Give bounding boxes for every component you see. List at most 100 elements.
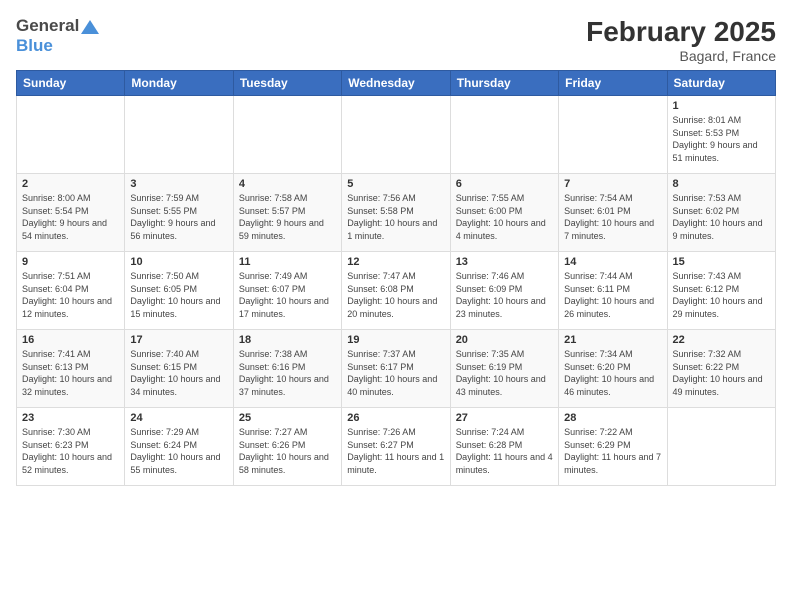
day-info: Sunrise: 7:24 AM Sunset: 6:28 PM Dayligh… (456, 426, 553, 476)
day-info: Sunrise: 7:49 AM Sunset: 6:07 PM Dayligh… (239, 270, 336, 320)
day-info: Sunrise: 7:44 AM Sunset: 6:11 PM Dayligh… (564, 270, 661, 320)
day-number: 20 (456, 334, 553, 346)
day-number: 18 (239, 334, 336, 346)
week-row-5: 23 Sunrise: 7:30 AM Sunset: 6:23 PM Dayli… (17, 408, 776, 486)
day-info: Sunrise: 7:53 AM Sunset: 6:02 PM Dayligh… (673, 192, 770, 242)
calendar-cell: 11 Sunrise: 7:49 AM Sunset: 6:07 PM Dayli… (233, 252, 341, 330)
day-number: 12 (347, 256, 444, 268)
calendar-cell (450, 96, 558, 174)
day-info: Sunrise: 8:01 AM Sunset: 5:53 PM Dayligh… (673, 114, 770, 164)
header: General Blue February 2025 Bagard, Franc… (16, 16, 776, 64)
day-number: 11 (239, 256, 336, 268)
calendar-cell (233, 96, 341, 174)
week-row-4: 16 Sunrise: 7:41 AM Sunset: 6:13 PM Dayli… (17, 330, 776, 408)
col-header-monday: Monday (125, 71, 233, 96)
day-info: Sunrise: 7:37 AM Sunset: 6:17 PM Dayligh… (347, 348, 444, 398)
calendar-cell (667, 408, 775, 486)
calendar-cell: 19 Sunrise: 7:37 AM Sunset: 6:17 PM Dayli… (342, 330, 450, 408)
day-info: Sunrise: 7:50 AM Sunset: 6:05 PM Dayligh… (130, 270, 227, 320)
day-number: 14 (564, 256, 661, 268)
calendar-cell: 10Sunrise: 7:50 AM Sunset: 6:05 PM Dayli… (125, 252, 233, 330)
calendar-cell: 3Sunrise: 7:59 AM Sunset: 5:55 PM Daylig… (125, 174, 233, 252)
day-info: Sunrise: 7:26 AM Sunset: 6:27 PM Dayligh… (347, 426, 444, 476)
calendar-cell: 9 Sunrise: 7:51 AM Sunset: 6:04 PM Daylig… (17, 252, 125, 330)
title-block: February 2025 Bagard, France (586, 16, 776, 64)
calendar-cell: 24 Sunrise: 7:29 AM Sunset: 6:24 PM Dayli… (125, 408, 233, 486)
day-number: 19 (347, 334, 444, 346)
day-number: 23 (22, 412, 119, 424)
week-row-3: 9 Sunrise: 7:51 AM Sunset: 6:04 PM Daylig… (17, 252, 776, 330)
day-number: 1 (673, 100, 770, 112)
day-number: 28 (564, 412, 661, 424)
calendar-cell: 14 Sunrise: 7:44 AM Sunset: 6:11 PM Dayli… (559, 252, 667, 330)
logo: General Blue (16, 16, 99, 57)
calendar-cell (559, 96, 667, 174)
calendar-cell: 18 Sunrise: 7:38 AM Sunset: 6:16 PM Dayli… (233, 330, 341, 408)
col-header-sunday: Sunday (17, 71, 125, 96)
week-row-2: 2 Sunrise: 8:00 AM Sunset: 5:54 PM Daylig… (17, 174, 776, 252)
calendar-cell: 20 Sunrise: 7:35 AM Sunset: 6:19 PM Dayli… (450, 330, 558, 408)
week-row-1: 1 Sunrise: 8:01 AM Sunset: 5:53 PM Daylig… (17, 96, 776, 174)
day-number: 3 (130, 178, 227, 190)
day-info: Sunrise: 7:41 AM Sunset: 6:13 PM Dayligh… (22, 348, 119, 398)
day-info: Sunrise: 7:51 AM Sunset: 6:04 PM Dayligh… (22, 270, 119, 320)
day-info: Sunrise: 7:22 AM Sunset: 6:29 PM Dayligh… (564, 426, 661, 476)
calendar-cell (17, 96, 125, 174)
day-info: Sunrise: 7:58 AM Sunset: 5:57 PM Dayligh… (239, 192, 336, 242)
day-info: Sunrise: 7:46 AM Sunset: 6:09 PM Dayligh… (456, 270, 553, 320)
calendar-cell: 1 Sunrise: 8:01 AM Sunset: 5:53 PM Daylig… (667, 96, 775, 174)
subtitle: Bagard, France (586, 48, 776, 64)
calendar-cell: 7 Sunrise: 7:54 AM Sunset: 6:01 PM Daylig… (559, 174, 667, 252)
calendar-cell: 25 Sunrise: 7:27 AM Sunset: 6:26 PM Dayli… (233, 408, 341, 486)
day-number: 9 (22, 256, 119, 268)
calendar-cell: 16 Sunrise: 7:41 AM Sunset: 6:13 PM Dayli… (17, 330, 125, 408)
day-info: Sunrise: 7:30 AM Sunset: 6:23 PM Dayligh… (22, 426, 119, 476)
calendar-cell: 17 Sunrise: 7:40 AM Sunset: 6:15 PM Dayli… (125, 330, 233, 408)
day-number: 13 (456, 256, 553, 268)
day-number: 22 (673, 334, 770, 346)
day-info: Sunrise: 7:47 AM Sunset: 6:08 PM Dayligh… (347, 270, 444, 320)
calendar-cell: 23 Sunrise: 7:30 AM Sunset: 6:23 PM Dayli… (17, 408, 125, 486)
calendar-cell: 22 Sunrise: 7:32 AM Sunset: 6:22 PM Dayli… (667, 330, 775, 408)
day-number: 4 (239, 178, 336, 190)
calendar-cell (125, 96, 233, 174)
day-info: Sunrise: 7:29 AM Sunset: 6:24 PM Dayligh… (130, 426, 227, 476)
day-info: Sunrise: 7:38 AM Sunset: 6:16 PM Dayligh… (239, 348, 336, 398)
calendar-cell (342, 96, 450, 174)
calendar-cell: 26Sunrise: 7:26 AM Sunset: 6:27 PM Dayli… (342, 408, 450, 486)
calendar-cell: 12 Sunrise: 7:47 AM Sunset: 6:08 PM Dayli… (342, 252, 450, 330)
day-number: 27 (456, 412, 553, 424)
calendar-cell: 28 Sunrise: 7:22 AM Sunset: 6:29 PM Dayli… (559, 408, 667, 486)
day-number: 15 (673, 256, 770, 268)
col-header-tuesday: Tuesday (233, 71, 341, 96)
calendar-cell: 2 Sunrise: 8:00 AM Sunset: 5:54 PM Daylig… (17, 174, 125, 252)
day-number: 16 (22, 334, 119, 346)
day-number: 7 (564, 178, 661, 190)
calendar-cell: 8 Sunrise: 7:53 AM Sunset: 6:02 PM Daylig… (667, 174, 775, 252)
day-info: Sunrise: 7:35 AM Sunset: 6:19 PM Dayligh… (456, 348, 553, 398)
day-number: 25 (239, 412, 336, 424)
day-number: 24 (130, 412, 227, 424)
calendar-header-row: SundayMondayTuesdayWednesdayThursdayFrid… (17, 71, 776, 96)
col-header-wednesday: Wednesday (342, 71, 450, 96)
day-info: Sunrise: 7:32 AM Sunset: 6:22 PM Dayligh… (673, 348, 770, 398)
calendar-cell: 6Sunrise: 7:55 AM Sunset: 6:00 PM Daylig… (450, 174, 558, 252)
day-info: Sunrise: 7:27 AM Sunset: 6:26 PM Dayligh… (239, 426, 336, 476)
day-info: Sunrise: 7:43 AM Sunset: 6:12 PM Dayligh… (673, 270, 770, 320)
day-info: Sunrise: 8:00 AM Sunset: 5:54 PM Dayligh… (22, 192, 119, 242)
day-number: 8 (673, 178, 770, 190)
col-header-thursday: Thursday (450, 71, 558, 96)
day-info: Sunrise: 7:54 AM Sunset: 6:01 PM Dayligh… (564, 192, 661, 242)
calendar: SundayMondayTuesdayWednesdayThursdayFrid… (16, 70, 776, 486)
day-number: 2 (22, 178, 119, 190)
day-info: Sunrise: 7:34 AM Sunset: 6:20 PM Dayligh… (564, 348, 661, 398)
day-info: Sunrise: 7:55 AM Sunset: 6:00 PM Dayligh… (456, 192, 553, 242)
calendar-cell: 4 Sunrise: 7:58 AM Sunset: 5:57 PM Daylig… (233, 174, 341, 252)
day-info: Sunrise: 7:56 AM Sunset: 5:58 PM Dayligh… (347, 192, 444, 242)
calendar-cell: 15 Sunrise: 7:43 AM Sunset: 6:12 PM Dayli… (667, 252, 775, 330)
day-number: 17 (130, 334, 227, 346)
calendar-cell: 13 Sunrise: 7:46 AM Sunset: 6:09 PM Dayli… (450, 252, 558, 330)
day-info: Sunrise: 7:40 AM Sunset: 6:15 PM Dayligh… (130, 348, 227, 398)
page: General Blue February 2025 Bagard, Franc… (0, 0, 792, 612)
calendar-cell: 5Sunrise: 7:56 AM Sunset: 5:58 PM Daylig… (342, 174, 450, 252)
